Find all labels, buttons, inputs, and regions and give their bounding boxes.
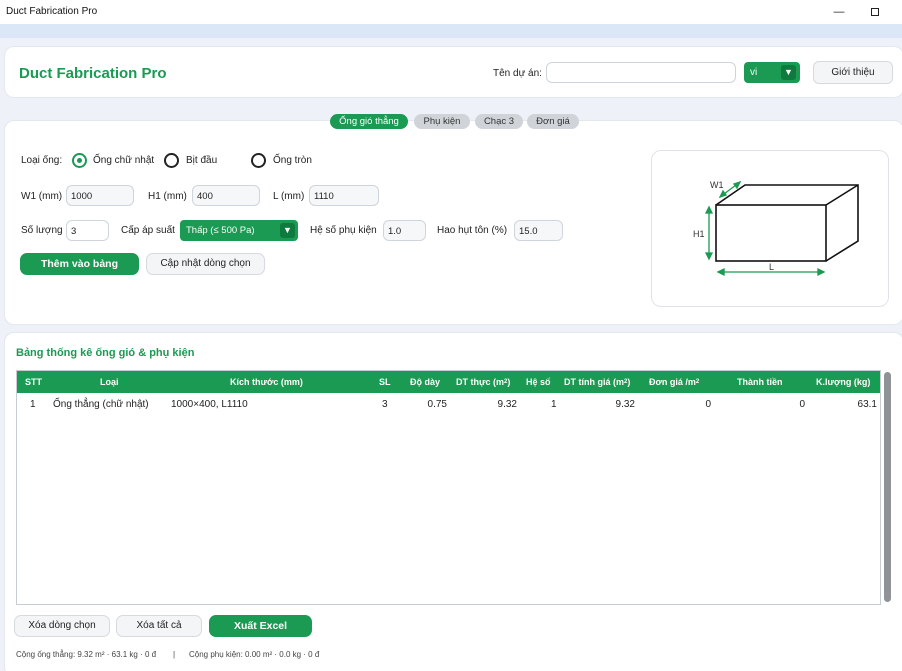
table-section-title: Bảng thống kê ống gió & phụ kiện xyxy=(16,347,195,359)
waste-input[interactable]: 15.0 xyxy=(514,220,563,241)
w1-label: W1 (mm) xyxy=(21,191,63,202)
cell-stt: 1 xyxy=(30,399,36,410)
delete-selected-row-button[interactable]: Xóa dòng chọn xyxy=(14,615,110,637)
col-unit-price-label: Đơn giá /m xyxy=(649,377,696,387)
tab-straight-duct[interactable]: Ống gió thẳng xyxy=(330,114,408,129)
l-arrowhead-2 xyxy=(817,267,826,277)
box-top-side-edges xyxy=(715,184,859,262)
radio-end-cap[interactable] xyxy=(164,153,179,168)
squared-mark: 2 xyxy=(624,379,628,385)
project-name-input[interactable] xyxy=(546,62,736,83)
add-to-table-button[interactable]: Thêm vào bảng xyxy=(20,253,139,275)
quantity-input[interactable]: 3 xyxy=(66,220,109,241)
w1-arrowhead xyxy=(732,180,742,190)
summary-separator: | xyxy=(173,650,176,659)
fitting-factor-input[interactable]: 1.0 xyxy=(383,220,426,241)
w1-arrowhead-2 xyxy=(718,189,728,199)
table-scrollbar[interactable] xyxy=(884,372,891,602)
squared-mark: 2 xyxy=(504,379,508,385)
box-back-edge xyxy=(825,184,859,206)
h1-arrowhead-2 xyxy=(704,252,714,261)
l-arrowhead xyxy=(716,267,725,277)
table-header-row: STT Loại Kích thước (mm) SL Độ dày DT th… xyxy=(17,371,880,393)
col-qty[interactable]: SL xyxy=(379,371,391,393)
col-stt[interactable]: STT xyxy=(25,371,42,393)
duct-diagram: W1 H1 L xyxy=(693,180,859,277)
delete-all-button[interactable]: Xóa tất cả xyxy=(116,615,202,637)
col-thickness[interactable]: Độ dày xyxy=(410,371,440,393)
col-weight[interactable]: K.lượng (kg) xyxy=(816,371,870,393)
l-diagram-label: L xyxy=(769,262,774,272)
table-row[interactable]: 1 Ống thẳng (chữ nhật) 1000×400, L1110 3… xyxy=(17,393,880,417)
col-area-actual-label: DT thực (m xyxy=(456,377,505,387)
chevron-down-icon: ▼ xyxy=(781,65,796,80)
radio-end-cap-label[interactable]: Bịt đầu xyxy=(186,155,217,166)
cell-weight: 63.1 xyxy=(857,399,877,410)
radio-rectangular[interactable] xyxy=(72,153,87,168)
straight-duct-summary: Cộng ống thẳng: 9.32 m² · 63.1 kg · 0 đ xyxy=(16,650,157,659)
radio-rectangular-label[interactable]: Ống chữ nhật xyxy=(93,155,154,166)
squared-mark: 2 xyxy=(695,379,700,385)
l-label: L (mm) xyxy=(273,191,305,202)
cell-type: Ống thẳng (chữ nhật) xyxy=(53,399,149,410)
export-excel-button[interactable]: Xuất Excel xyxy=(209,615,312,637)
duct-diagram-card: W1 H1 L xyxy=(651,150,889,307)
col-area-price[interactable]: DT tính giá (m2) xyxy=(564,371,630,393)
tab-tee[interactable]: Chạc 3 xyxy=(475,114,523,129)
update-selected-row-button[interactable]: Cập nhật dòng chọn xyxy=(146,253,265,275)
radio-round-label[interactable]: Ống tròn xyxy=(273,155,312,166)
w1-input[interactable]: 1000 xyxy=(66,185,134,206)
toolbar-strip xyxy=(0,24,902,38)
tab-unit-price[interactable]: Đơn giá xyxy=(527,114,579,129)
pressure-select[interactable]: Thấp (≤ 500 Pa) ▼ xyxy=(180,220,298,241)
language-value: vi xyxy=(750,67,758,78)
col-area-actual[interactable]: DT thực (m2) xyxy=(456,371,510,393)
cell-area-price: 9.32 xyxy=(615,399,635,410)
l-input[interactable]: 1110 xyxy=(309,185,379,206)
minimize-button[interactable]: — xyxy=(826,3,852,21)
duct-type-label: Loại ống: xyxy=(21,155,63,166)
col-unit-price[interactable]: Đơn giá /m2 xyxy=(649,371,699,393)
header-card: Duct Fabrication Pro Tên dự án: vi ▼ Giớ… xyxy=(4,46,902,98)
cell-area-actual: 9.32 xyxy=(497,399,517,410)
maximize-icon xyxy=(871,8,879,16)
col-amount[interactable]: Thành tiền xyxy=(737,371,783,393)
about-button[interactable]: Giới thiệu xyxy=(813,61,893,84)
fitting-factor-label: Hệ số phụ kiện xyxy=(310,225,377,236)
box-front-face xyxy=(715,204,827,262)
h1-diagram-label: H1 xyxy=(693,229,705,239)
pressure-value: Thấp (≤ 500 Pa) xyxy=(186,225,255,236)
col-factor[interactable]: Hệ số xyxy=(526,371,551,393)
waste-label: Hao hụt tôn (%) xyxy=(437,225,508,236)
window-title: Duct Fabrication Pro xyxy=(6,6,98,17)
project-name-label: Tên dự án: xyxy=(493,68,542,79)
cell-factor: 1 xyxy=(551,399,557,410)
col-area-price-label: DT tính giá (m xyxy=(564,377,624,387)
maximize-button[interactable] xyxy=(862,3,888,21)
summary-table[interactable]: STT Loại Kích thước (mm) SL Độ dày DT th… xyxy=(16,370,881,605)
language-select[interactable]: vi ▼ xyxy=(744,62,800,83)
h1-input[interactable]: 400 xyxy=(192,185,260,206)
col-type[interactable]: Loại xyxy=(100,371,119,393)
fitting-summary: Cộng phụ kiện: 0.00 m² · 0.0 kg · 0 đ xyxy=(189,650,320,659)
w1-diagram-label: W1 xyxy=(710,180,724,190)
cell-qty: 3 xyxy=(382,399,388,410)
cell-unit-price: 0 xyxy=(705,399,711,410)
radio-round[interactable] xyxy=(251,153,266,168)
h1-arrowhead xyxy=(704,205,714,214)
tab-fittings[interactable]: Phụ kiện xyxy=(414,114,470,129)
col-size[interactable]: Kích thước (mm) xyxy=(230,371,303,393)
cell-thickness: 0.75 xyxy=(427,399,447,410)
quantity-label: Số lượng xyxy=(21,225,63,236)
window-titlebar: Duct Fabrication Pro — xyxy=(0,0,902,24)
cell-size: 1000×400, L1110 xyxy=(171,399,248,410)
chevron-down-icon: ▼ xyxy=(280,223,295,238)
pressure-label: Cấp áp suất xyxy=(121,225,175,236)
cell-amount: 0 xyxy=(799,399,805,410)
app-title: Duct Fabrication Pro xyxy=(19,65,167,82)
h1-label: H1 (mm) xyxy=(148,191,187,202)
